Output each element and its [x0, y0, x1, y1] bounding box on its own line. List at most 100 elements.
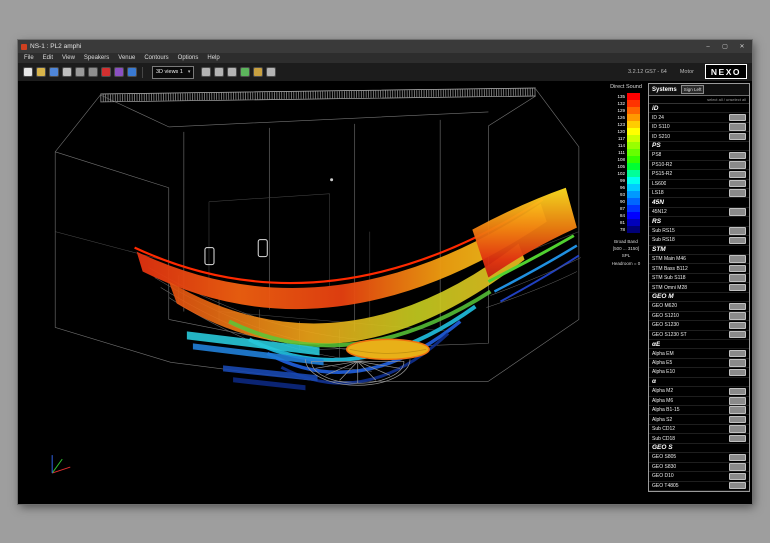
legend-row: 87: [612, 205, 640, 212]
menu-help[interactable]: Help: [207, 55, 219, 61]
catalog-speaker-row[interactable]: Alpha B1-15: [649, 406, 749, 415]
speaker-name: Alpha E5: [652, 360, 672, 366]
catalog-speaker-row[interactable]: Alpha M6: [649, 397, 749, 406]
menu-options[interactable]: Options: [178, 55, 199, 61]
print-icon[interactable]: [62, 67, 72, 77]
close-button[interactable]: ✕: [735, 42, 749, 52]
screenshot-icon[interactable]: [75, 67, 85, 77]
catalog-group-header[interactable]: PS: [649, 142, 749, 151]
catalog-speaker-row[interactable]: Alpha M2: [649, 387, 749, 396]
catalog-speaker-row[interactable]: Alpha E10: [649, 368, 749, 377]
info-icon[interactable]: [127, 67, 137, 77]
zoom-out-icon[interactable]: [214, 67, 224, 77]
catalog-group-header[interactable]: 45N: [649, 198, 749, 207]
menu-venue[interactable]: Venue: [118, 55, 135, 61]
ns1-app-window: NS-1 : PL2 amphi – ▢ ✕ File Edit View Speak…: [18, 40, 752, 504]
3d-viewport[interactable]: [18, 82, 604, 504]
minimize-button[interactable]: –: [701, 42, 715, 52]
speaker-series-logo: αE: [652, 341, 660, 348]
catalog-speaker-row[interactable]: PS15-R2: [649, 170, 749, 179]
catalog-group-header[interactable]: RS: [649, 217, 749, 226]
legend-footer-line: Headroom = 0: [612, 260, 641, 267]
legend-color-swatch: [627, 107, 640, 113]
legend-value: 111: [612, 150, 627, 155]
speaker-series-logo: α: [652, 378, 656, 385]
legend-value: 135: [612, 94, 627, 99]
catalog-speaker-row[interactable]: Sub CD18: [649, 434, 749, 443]
catalog-group-header[interactable]: iD: [649, 104, 749, 113]
catalog-speaker-row[interactable]: STM Bass B112: [649, 264, 749, 273]
catalog-speaker-row[interactable]: GEO S805: [649, 453, 749, 462]
catalog-speaker-row[interactable]: GEO S1230: [649, 321, 749, 330]
speaker-thumbnail: [729, 123, 746, 131]
legend-row: 99: [612, 177, 640, 184]
catalog-speaker-row[interactable]: Sub CD12: [649, 425, 749, 434]
legend-value: 129: [612, 108, 627, 113]
menu-speakers[interactable]: Speakers: [84, 55, 109, 61]
menu-view[interactable]: View: [62, 55, 75, 61]
open-folder-icon[interactable]: [36, 67, 46, 77]
catalog-speaker-row[interactable]: STM Omni M28: [649, 283, 749, 292]
catalog-group-header[interactable]: αE: [649, 340, 749, 349]
catalog-speaker-row[interactable]: Sub RS15: [649, 227, 749, 236]
rotate-view-icon[interactable]: [240, 67, 250, 77]
catalog-speaker-row[interactable]: ID 24: [649, 113, 749, 122]
mute-icon[interactable]: [266, 67, 276, 77]
menu-edit[interactable]: Edit: [43, 55, 53, 61]
legend-color-swatch: [627, 184, 640, 190]
menu-bar: File Edit View Speakers Venue Contours Options…: [18, 53, 752, 63]
catalog-speaker-row[interactable]: GEO T4805: [649, 482, 749, 491]
speaker-thumbnail: [729, 114, 746, 122]
menu-file[interactable]: File: [24, 55, 34, 61]
systems-select-all-links[interactable]: select all / unselect all: [649, 96, 749, 104]
desktop-background: NS-1 : PL2 amphi – ▢ ✕ File Edit View Speak…: [0, 0, 770, 543]
speaker-thumbnail: [729, 454, 746, 462]
catalog-speaker-row[interactable]: 45N12: [649, 208, 749, 217]
speaker-name: GEO D10: [652, 473, 674, 479]
new-file-icon[interactable]: [23, 67, 33, 77]
speaker-name: LS600: [652, 181, 666, 187]
catalog-speaker-row[interactable]: Alpha S2: [649, 415, 749, 424]
record-icon[interactable]: [101, 67, 111, 77]
systems-panel-tab[interactable]: Sign Left: [681, 85, 705, 94]
catalog-speaker-row[interactable]: GEO S1230 ST: [649, 331, 749, 340]
measure-icon[interactable]: [253, 67, 263, 77]
catalog-speaker-row[interactable]: GEO S1210: [649, 312, 749, 321]
undo-icon[interactable]: [88, 67, 98, 77]
catalog-speaker-row[interactable]: ID S110: [649, 123, 749, 132]
catalog-speaker-row[interactable]: STM Main M46: [649, 255, 749, 264]
catalog-group-header[interactable]: GEO S: [649, 444, 749, 453]
legend-value: 90: [612, 199, 627, 204]
catalog-speaker-row[interactable]: PS8: [649, 151, 749, 160]
maximize-button[interactable]: ▢: [718, 42, 732, 52]
catalog-group-header[interactable]: STM: [649, 246, 749, 255]
catalog-speaker-row[interactable]: LS18: [649, 189, 749, 198]
catalog-speaker-row[interactable]: Sub RS18: [649, 236, 749, 245]
catalog-speaker-row[interactable]: GEO M620: [649, 302, 749, 311]
catalog-speaker-row[interactable]: PS10-R2: [649, 161, 749, 170]
zoom-in-icon[interactable]: [201, 67, 211, 77]
speaker-name: Sub RS15: [652, 228, 675, 234]
catalog-group-header[interactable]: GEO M: [649, 293, 749, 302]
catalog-speaker-row[interactable]: GEO D10: [649, 472, 749, 481]
legend-value: 87: [612, 206, 627, 211]
toolbar-separator: [142, 67, 143, 78]
zoom-fit-icon[interactable]: [227, 67, 237, 77]
menu-contours[interactable]: Contours: [144, 55, 168, 61]
speaker-name: Alpha M2: [652, 388, 673, 394]
catalog-speaker-row[interactable]: LS600: [649, 180, 749, 189]
catalog-speaker-row[interactable]: ID S210: [649, 132, 749, 141]
door-icon: [258, 240, 267, 257]
catalog-speaker-row[interactable]: GEO S830: [649, 463, 749, 472]
palette-icon[interactable]: [114, 67, 124, 77]
speaker-thumbnail: [729, 303, 746, 311]
catalog-speaker-row[interactable]: STM Sub S118: [649, 274, 749, 283]
view-selector-dropdown[interactable]: 3D views 1 ▾: [152, 66, 194, 79]
catalog-group-header[interactable]: α: [649, 378, 749, 387]
catalog-speaker-row[interactable]: Alpha E5: [649, 359, 749, 368]
legend-color-swatch: [627, 198, 640, 204]
catalog-speaker-row[interactable]: Alpha EM: [649, 349, 749, 358]
window-title: NS-1 : PL2 amphi: [30, 43, 698, 50]
legend-footer-line: [500 ... 3150]: [612, 245, 641, 252]
save-icon[interactable]: [49, 67, 59, 77]
